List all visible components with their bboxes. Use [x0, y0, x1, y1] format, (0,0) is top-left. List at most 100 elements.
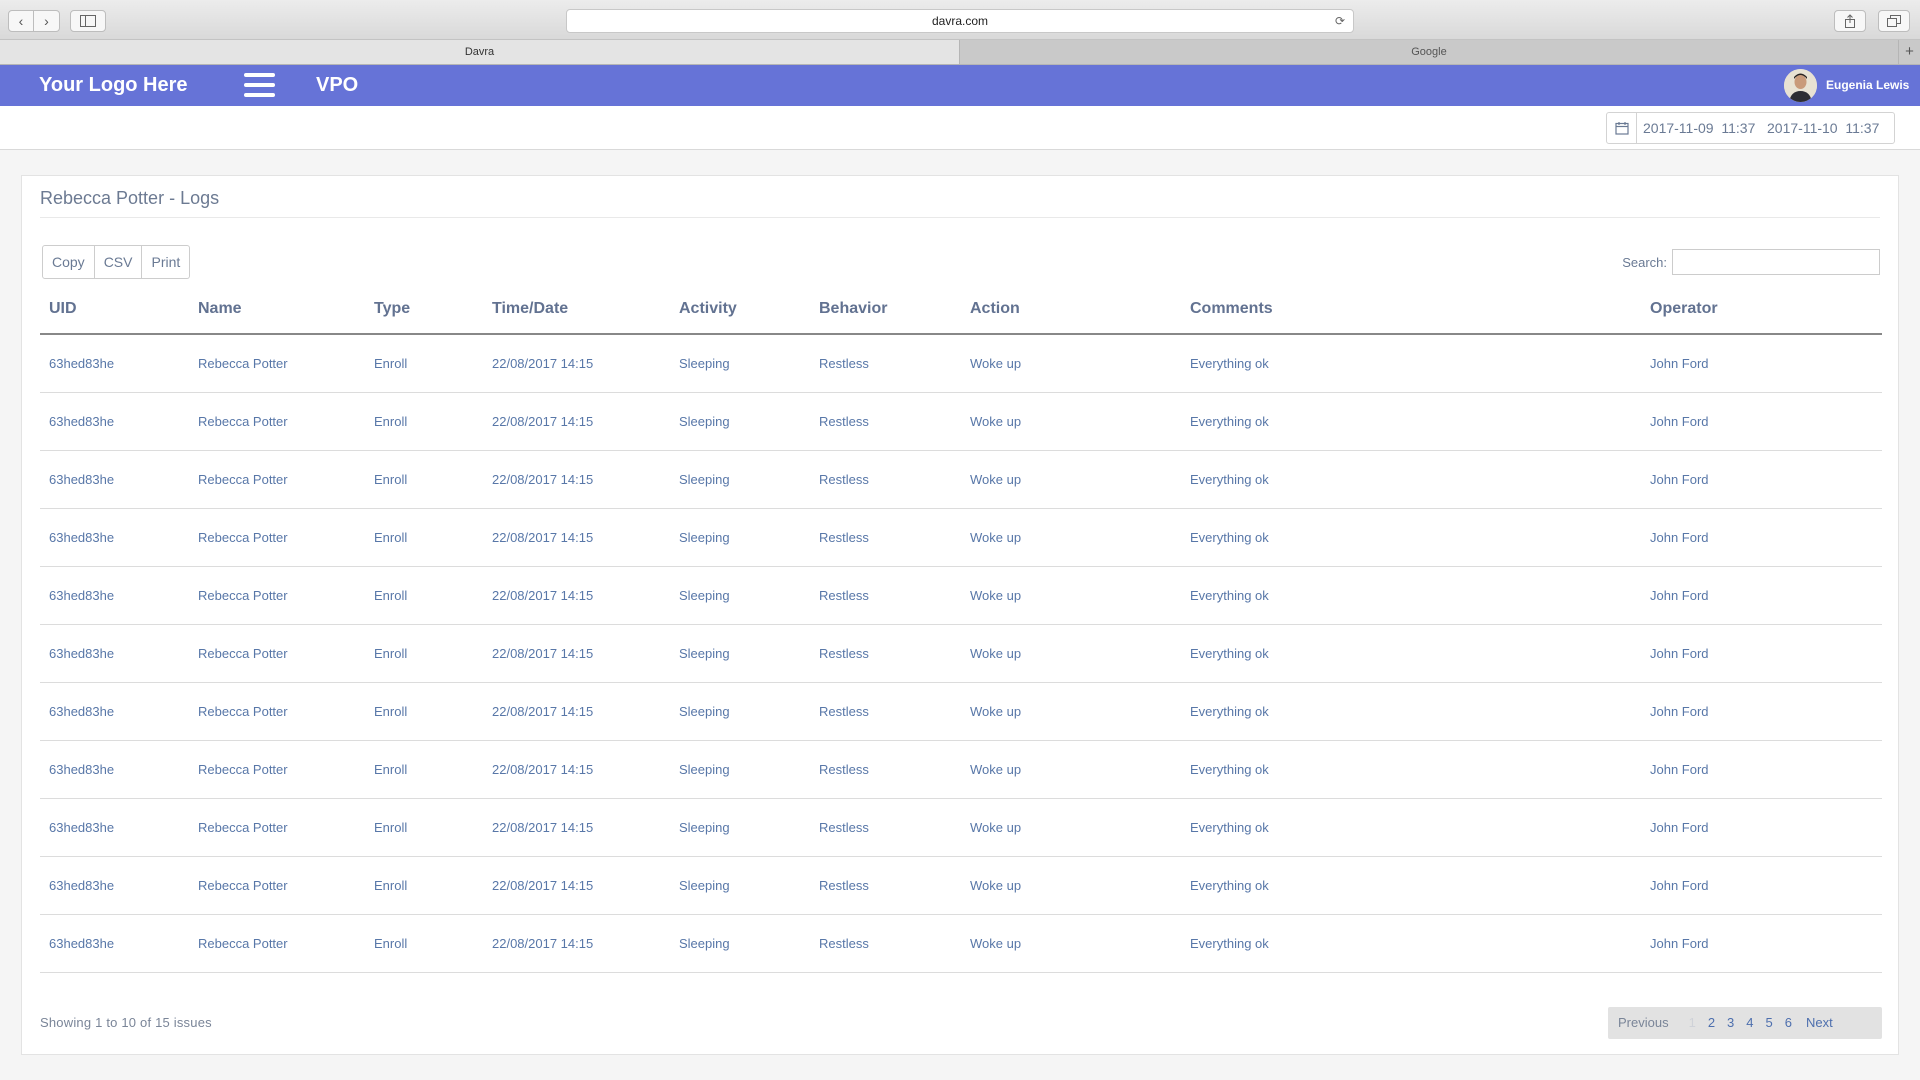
table-row[interactable]: 63hed83he Rebecca Potter Enroll 22/08/2017 … — [40, 334, 1882, 393]
search-label: Search: — [1622, 254, 1667, 270]
table-row[interactable]: 63hed83he Rebecca Potter Enroll 22/08/2017 … — [40, 508, 1882, 567]
forward-button[interactable]: › — [34, 10, 60, 32]
page-2[interactable]: 2 — [1702, 1007, 1721, 1039]
column-header-operator[interactable]: Operator — [1641, 285, 1882, 335]
activity-cell: Sleeping — [670, 682, 810, 741]
table-row[interactable]: 63hed83he Rebecca Potter Enroll 22/08/2017 … — [40, 392, 1882, 451]
action-cell: Woke up — [961, 334, 1181, 393]
comments-cell: Everything ok — [1181, 334, 1641, 393]
new-tab-button[interactable]: + — [1898, 40, 1920, 64]
date-range-picker[interactable]: 2017-11-09 11:37 2017-11-10 11:37 — [1606, 112, 1895, 144]
page-3[interactable]: 3 — [1721, 1007, 1740, 1039]
comments-cell: Everything ok — [1181, 682, 1641, 741]
logo[interactable]: Your Logo Here — [39, 65, 188, 106]
activity-cell: Sleeping — [670, 566, 810, 625]
copy-button[interactable]: Copy — [42, 245, 95, 279]
pagination-next[interactable]: Next — [1798, 1007, 1839, 1039]
table-row[interactable]: 63hed83he Rebecca Potter Enroll 22/08/2017 … — [40, 624, 1882, 683]
column-header-uid[interactable]: UID — [40, 285, 189, 335]
column-header-comments[interactable]: Comments — [1181, 285, 1641, 335]
page-5[interactable]: 5 — [1760, 1007, 1779, 1039]
page-6[interactable]: 6 — [1779, 1007, 1798, 1039]
back-button[interactable]: ‹ — [8, 10, 34, 32]
share-button[interactable] — [1834, 10, 1866, 32]
column-header-activity[interactable]: Activity — [670, 285, 810, 335]
activity-cell: Sleeping — [670, 914, 810, 973]
name-cell: Rebecca Potter — [189, 856, 365, 915]
action-cell: Woke up — [961, 508, 1181, 567]
pagination-previous[interactable]: Previous — [1608, 1007, 1683, 1039]
action-cell: Woke up — [961, 856, 1181, 915]
tabs-icon — [1887, 15, 1901, 27]
type-cell: Enroll — [365, 798, 483, 857]
table-row[interactable]: 63hed83he Rebecca Potter Enroll 22/08/2017 … — [40, 914, 1882, 973]
date-range-text: 2017-11-09 11:37 2017-11-10 11:37 — [1643, 120, 1880, 136]
activity-cell: Sleeping — [670, 392, 810, 451]
table-row[interactable]: 63hed83he Rebecca Potter Enroll 22/08/2017 … — [40, 566, 1882, 625]
reload-icon[interactable]: ⟳ — [1335, 10, 1345, 32]
comments-cell: Everything ok — [1181, 566, 1641, 625]
behavior-cell: Restless — [810, 682, 961, 741]
comments-cell: Everything ok — [1181, 508, 1641, 567]
panel-title: Rebecca Potter - Logs — [40, 188, 220, 208]
action-cell: Woke up — [961, 450, 1181, 509]
sidebar-icon — [80, 15, 96, 27]
search-input[interactable] — [1672, 249, 1880, 275]
type-cell: Enroll — [365, 682, 483, 741]
chevron-left-icon: ‹ — [18, 13, 24, 29]
filter-bar: 2017-11-09 11:37 2017-11-10 11:37 — [0, 106, 1920, 150]
comments-cell: Everything ok — [1181, 392, 1641, 451]
comments-cell: Everything ok — [1181, 740, 1641, 799]
operator-cell: John Ford — [1641, 682, 1882, 741]
time-date-cell: 22/08/2017 14:15 — [483, 334, 670, 393]
time-date-cell: 22/08/2017 14:15 — [483, 914, 670, 973]
table-row[interactable]: 63hed83he Rebecca Potter Enroll 22/08/2017 … — [40, 450, 1882, 509]
sidebar-toggle-button[interactable] — [70, 10, 106, 32]
uid-cell: 63hed83he — [40, 798, 189, 857]
table-row[interactable]: 63hed83he Rebecca Potter Enroll 22/08/2017 … — [40, 798, 1882, 857]
behavior-cell: Restless — [810, 566, 961, 625]
name-cell: Rebecca Potter — [189, 682, 365, 741]
activity-cell: Sleeping — [670, 798, 810, 857]
column-header-time-date[interactable]: Time/Date — [483, 285, 670, 335]
user-name[interactable]: Eugenia Lewis — [1826, 65, 1909, 106]
behavior-cell: Restless — [810, 334, 961, 393]
uid-cell: 63hed83he — [40, 508, 189, 567]
operator-cell: John Ford — [1641, 450, 1882, 509]
page-4[interactable]: 4 — [1740, 1007, 1759, 1039]
table-row[interactable]: 63hed83he Rebecca Potter Enroll 22/08/2017 … — [40, 682, 1882, 741]
share-icon — [1845, 14, 1855, 28]
hamburger-menu-icon[interactable] — [244, 73, 275, 98]
tab-overview-button[interactable] — [1878, 10, 1910, 32]
operator-cell: John Ford — [1641, 740, 1882, 799]
action-cell: Woke up — [961, 566, 1181, 625]
app-header: Your Logo Here VPO Eugenia Lewis — [0, 65, 1920, 106]
time-date-cell: 22/08/2017 14:15 — [483, 566, 670, 625]
action-cell: Woke up — [961, 682, 1181, 741]
table-row[interactable]: 63hed83he Rebecca Potter Enroll 22/08/2017 … — [40, 740, 1882, 799]
csv-button[interactable]: CSV — [94, 245, 143, 279]
behavior-cell: Restless — [810, 798, 961, 857]
comments-cell: Everything ok — [1181, 856, 1641, 915]
browser-toolbar: ‹ › davra.com ⟳ — [0, 0, 1920, 40]
tab-davra[interactable]: Davra — [0, 40, 960, 64]
avatar[interactable] — [1784, 69, 1817, 102]
print-button[interactable]: Print — [142, 245, 191, 279]
uid-cell: 63hed83he — [40, 856, 189, 915]
plus-icon: + — [1905, 43, 1914, 60]
logs-table: UID Name Type Time/Date Activity Behavio… — [40, 285, 1882, 973]
table-row[interactable]: 63hed83he Rebecca Potter Enroll 22/08/2017 … — [40, 856, 1882, 915]
uid-cell: 63hed83he — [40, 566, 189, 625]
action-cell: Woke up — [961, 392, 1181, 451]
address-bar[interactable]: davra.com ⟳ — [566, 9, 1354, 33]
calendar-icon — [1607, 113, 1637, 143]
tab-google[interactable]: Google — [961, 40, 1897, 64]
column-header-name[interactable]: Name — [189, 285, 365, 335]
column-header-behavior[interactable]: Behavior — [810, 285, 961, 335]
column-header-type[interactable]: Type — [365, 285, 483, 335]
behavior-cell: Restless — [810, 392, 961, 451]
operator-cell: John Ford — [1641, 392, 1882, 451]
time-date-cell: 22/08/2017 14:15 — [483, 740, 670, 799]
page-1[interactable]: 1 — [1683, 1007, 1702, 1039]
column-header-action[interactable]: Action — [961, 285, 1181, 335]
